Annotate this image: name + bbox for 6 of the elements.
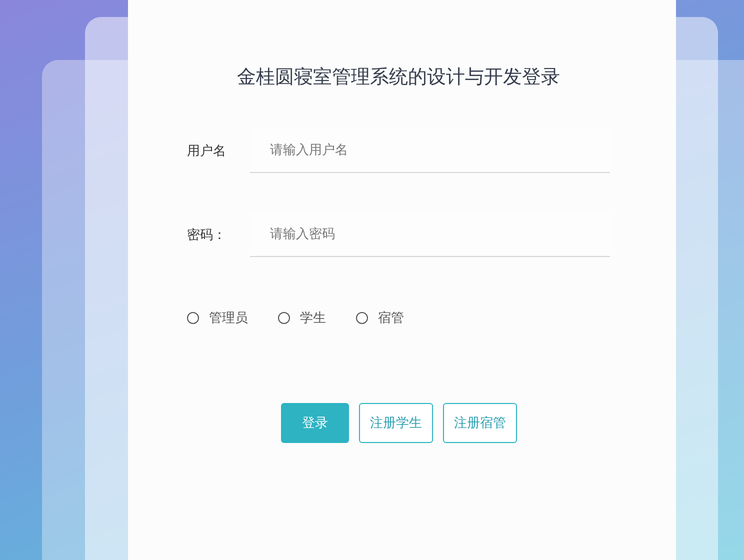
- login-title: 金桂圆寝室管理系统的设计与开发登录: [236, 65, 561, 90]
- role-radio[interactable]: 宿管: [356, 309, 404, 327]
- field-label: 密码：: [187, 227, 227, 244]
- role-radio[interactable]: 学生: [278, 309, 326, 327]
- role-radio[interactable]: 管理员: [187, 309, 248, 327]
- field-label: 用户名: [187, 143, 227, 160]
